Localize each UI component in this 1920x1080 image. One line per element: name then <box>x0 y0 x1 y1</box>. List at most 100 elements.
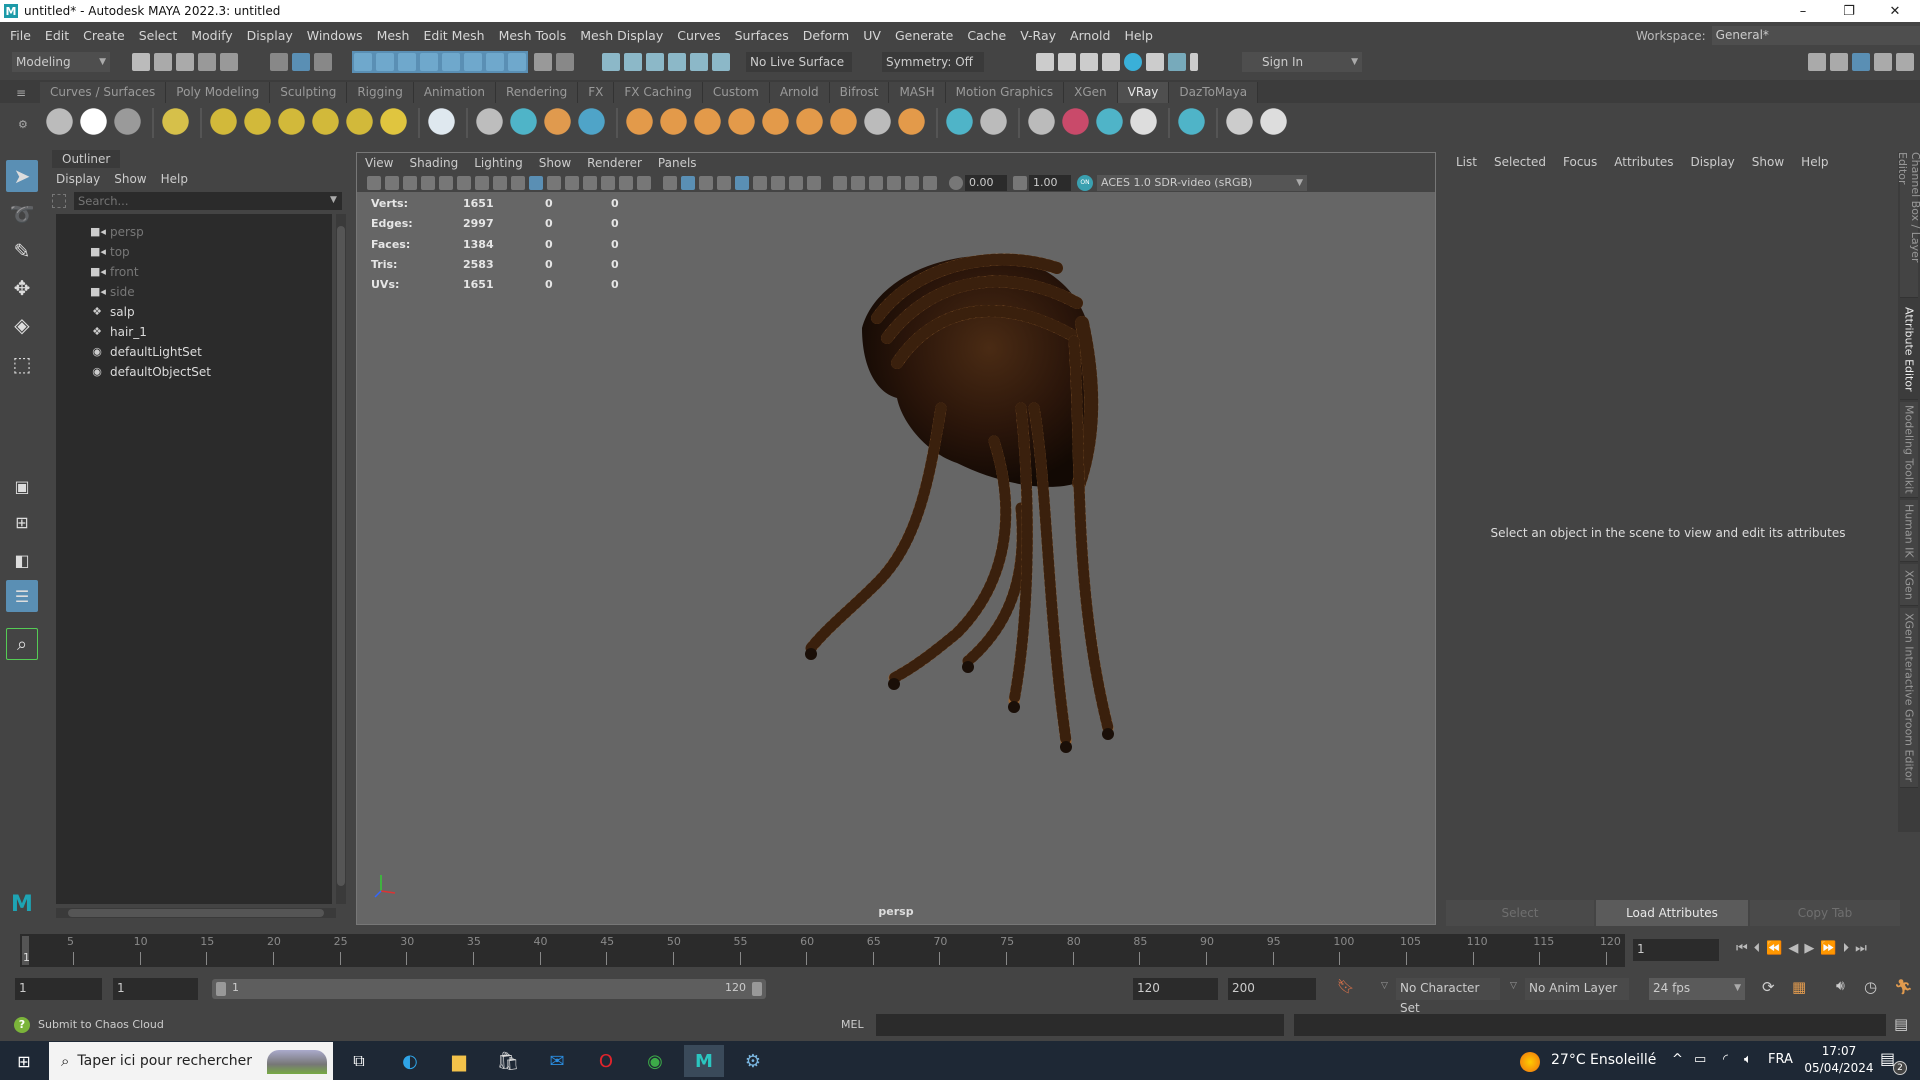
menu-curves[interactable]: Curves <box>677 28 720 43</box>
menu-mesh-display[interactable]: Mesh Display <box>580 28 663 43</box>
command-input[interactable] <box>876 1014 1284 1036</box>
shelf-tab-curves-surfaces[interactable]: Curves / Surfaces <box>40 82 167 103</box>
animation-end-field[interactable]: 200 <box>1228 978 1316 1000</box>
load-attributes-button[interactable]: Load Attributes <box>1596 900 1748 926</box>
single-perspective-layout-icon[interactable]: ▣ <box>6 470 38 502</box>
paint-select-tool-icon[interactable]: ✎ <box>6 235 38 267</box>
menu-select[interactable]: Select <box>139 28 178 43</box>
sun-light-icon[interactable] <box>380 108 410 138</box>
rect-light-icon[interactable] <box>244 108 274 138</box>
outliner-item[interactable]: ■◂ front <box>90 262 139 282</box>
auto-key-icon[interactable]: 🔖︎ <box>1337 979 1355 995</box>
outliner-item[interactable]: ◉ defaultLightSet <box>90 342 202 362</box>
shelf-tab-motion-graphics[interactable]: Motion Graphics <box>945 82 1065 103</box>
material-icon[interactable] <box>946 108 976 138</box>
cache-playback-icon[interactable]: ▦ <box>1792 978 1806 996</box>
anim-layer-chevron-icon[interactable]: ▽ <box>1510 981 1517 991</box>
steam-icon[interactable]: ⚙ <box>733 1045 773 1077</box>
human-ik-icon[interactable] <box>1830 53 1848 71</box>
attribute-editor-toggle-icon[interactable] <box>1852 53 1870 71</box>
light-editor-icon[interactable] <box>1168 53 1186 71</box>
vray-log-icon[interactable] <box>162 108 192 138</box>
render-settings-icon[interactable] <box>1102 53 1120 71</box>
volume-grid-icon[interactable] <box>578 108 608 138</box>
filter-icon[interactable] <box>52 194 66 208</box>
script-language-toggle[interactable]: MEL <box>841 1018 864 1031</box>
outliner-layout-icon[interactable]: ☰ <box>6 580 38 612</box>
proxy-create-icon[interactable] <box>476 108 506 138</box>
select-button[interactable]: Select <box>1446 900 1594 926</box>
material-assign-icon[interactable] <box>980 108 1010 138</box>
ies-light-icon[interactable] <box>346 108 376 138</box>
dome-light-icon[interactable] <box>210 108 240 138</box>
playback-start-field[interactable]: 1 <box>113 978 198 1000</box>
new-scene-icon[interactable] <box>132 53 150 71</box>
tab-channel-box[interactable]: Channel Box / Layer Editor <box>1896 152 1920 298</box>
time-slider[interactable]: 1 5 10 15 20 25 30 35 40 45 50 55 60 65 70 75 80 85 90 95 1… <box>20 934 1625 967</box>
time-editor-icon[interactable]: ◷ <box>1864 978 1877 996</box>
outliner-item[interactable]: ❖ hair_1 <box>90 322 147 342</box>
sound-icon[interactable]: 🔊︎ <box>1836 978 1845 994</box>
range-slider[interactable]: 1 120 <box>212 979 766 999</box>
animation-preferences-icon[interactable]: 🏃︎ <box>1894 978 1913 996</box>
vray-asset-editor-icon[interactable] <box>46 108 76 138</box>
menu-modify[interactable]: Modify <box>191 28 232 43</box>
volume-icon[interactable]: 🔈︎ <box>1744 1052 1752 1067</box>
anim-layer-dropdown[interactable]: No Anim Layer <box>1525 978 1629 1000</box>
move-tool-icon[interactable]: ✥ <box>6 272 38 304</box>
modeling-toolkit-icon[interactable] <box>1808 53 1826 71</box>
help-icon[interactable]: ? <box>14 1017 30 1033</box>
persp-outliner-layout-icon[interactable]: ◧ <box>6 544 38 576</box>
menu-deform[interactable]: Deform <box>803 28 849 43</box>
channel-box-icon[interactable] <box>1896 53 1914 71</box>
snap-help-icon[interactable] <box>508 53 526 71</box>
play-backward-icon[interactable]: ◀ <box>1788 941 1798 956</box>
attribute-menu-list[interactable]: List <box>1456 155 1477 169</box>
attribute-menu-display[interactable]: Display <box>1691 155 1735 169</box>
settings-gear-icon[interactable] <box>898 108 928 138</box>
shelf-tab-poly-modeling[interactable]: Poly Modeling <box>166 82 271 103</box>
hair-model[interactable] <box>357 153 1437 926</box>
highlight-selection-icon[interactable] <box>556 53 574 71</box>
mail-icon[interactable]: ✉ <box>537 1045 577 1077</box>
menu-v-ray[interactable]: V-Ray <box>1020 28 1056 43</box>
select-hierarchy-icon[interactable] <box>270 53 288 71</box>
mesh-light-icon[interactable] <box>312 108 342 138</box>
shelf-tab-vray[interactable]: VRay <box>1117 82 1170 103</box>
vray-render-icon[interactable] <box>80 108 110 138</box>
vray-ipr-icon[interactable] <box>114 108 144 138</box>
workspace-selector[interactable]: Workspace: General* 🔒︎ <box>1636 26 1920 45</box>
snap-pivot-icon[interactable] <box>464 53 482 71</box>
tab-attribute-editor[interactable]: Attribute Editor <box>1900 300 1918 400</box>
instancer-icon[interactable] <box>796 108 826 138</box>
file-import-icon[interactable] <box>1028 108 1058 138</box>
shelf-tab-fx[interactable]: FX <box>578 82 615 103</box>
four-view-layout-icon[interactable]: ⊞ <box>6 506 38 538</box>
lasso-tool-icon[interactable]: ➰ <box>6 198 38 230</box>
shelf-tab-sculpting[interactable]: Sculpting <box>270 82 348 103</box>
menu-cache[interactable]: Cache <box>967 28 1006 43</box>
opera-browser-icon[interactable]: O <box>586 1045 626 1077</box>
maximize-button[interactable]: ❐ <box>1826 0 1872 22</box>
snap-view-plane-icon[interactable] <box>420 53 438 71</box>
render-view-icon[interactable] <box>1036 53 1054 71</box>
lock-selection-icon[interactable] <box>534 53 552 71</box>
select-tool-icon[interactable]: ➤ <box>6 160 38 192</box>
outliner-item[interactable]: ◉ defaultObjectSet <box>90 362 211 382</box>
go-to-start-icon[interactable]: ⏮ <box>1736 941 1748 956</box>
plugin-icon[interactable] <box>1226 108 1256 138</box>
file-explorer-icon[interactable]: ▆ <box>439 1045 479 1077</box>
construction-history-icon[interactable] <box>602 53 620 71</box>
range-start-handle[interactable] <box>216 982 226 996</box>
weather-description[interactable]: Ensoleillé <box>1590 1052 1656 1068</box>
plane-icon[interactable] <box>660 108 690 138</box>
outliner-item[interactable]: ❖ salp <box>90 302 135 322</box>
outliner-item[interactable]: ■◂ persp <box>90 222 144 242</box>
outliner-item[interactable]: ■◂ top <box>90 242 130 262</box>
tool-settings-icon[interactable] <box>1874 53 1892 71</box>
sphere-light-icon[interactable] <box>278 108 308 138</box>
snap-curve-icon[interactable] <box>376 53 394 71</box>
tile-icon[interactable] <box>762 108 792 138</box>
shelf-tab-rendering[interactable]: Rendering <box>496 82 579 103</box>
character-set-chevron-icon[interactable]: ▽ <box>1381 981 1388 991</box>
